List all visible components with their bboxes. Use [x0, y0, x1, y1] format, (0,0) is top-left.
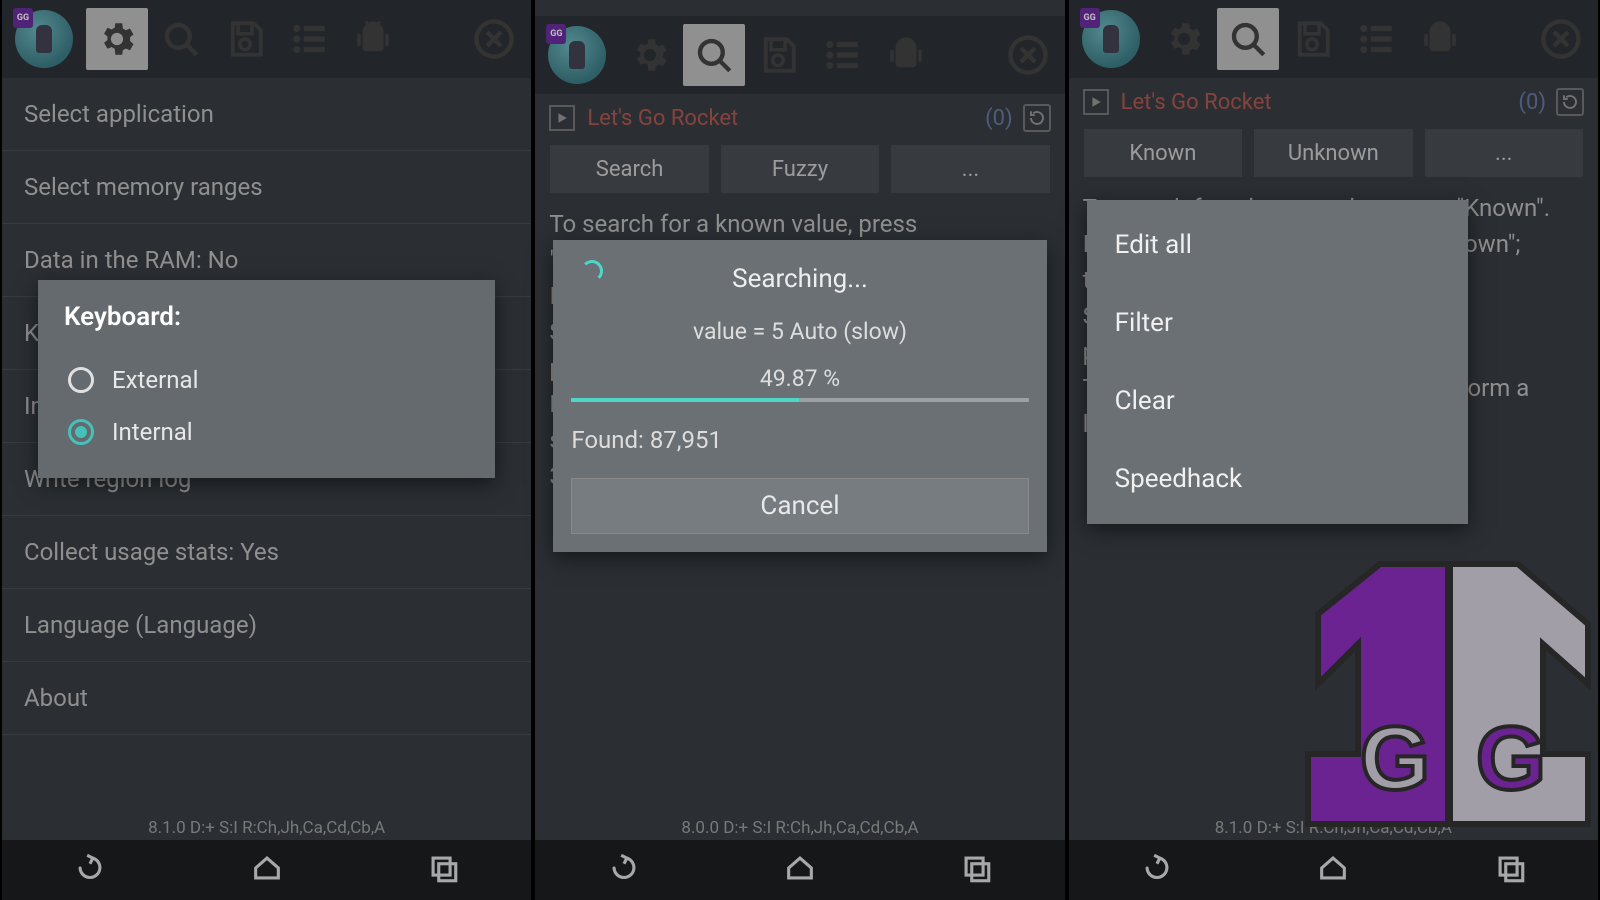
menu-speedhack[interactable]: Speedhack [1087, 440, 1468, 518]
refresh-icon[interactable] [1556, 88, 1584, 116]
recent-icon[interactable] [426, 851, 460, 889]
progress-bar [571, 398, 1028, 402]
cancel-button[interactable]: Cancel [571, 478, 1028, 534]
menu-edit-all[interactable]: Edit all [1087, 206, 1468, 284]
dialog-title: Keyboard: [64, 302, 469, 332]
settings-icon[interactable] [619, 24, 681, 86]
list-icon[interactable] [278, 8, 340, 70]
play-icon[interactable] [1083, 89, 1109, 115]
refresh-icon[interactable] [1023, 104, 1051, 132]
android-icon[interactable] [342, 8, 404, 70]
back-icon[interactable] [607, 851, 641, 889]
game-title-row: Let's Go Rocket (0) [535, 94, 1064, 136]
nav-bar [1069, 840, 1598, 900]
radio-external[interactable]: External [64, 354, 469, 406]
nav-bar [535, 840, 1064, 900]
tab-row: Search Fuzzy ... [535, 136, 1064, 200]
tab-search[interactable]: Search [549, 144, 709, 194]
tab-more[interactable]: ... [890, 144, 1050, 194]
close-icon[interactable] [997, 24, 1059, 86]
screenshot-2: GG Let's Go Rocket (0) Search Fuzzy ... … [533, 0, 1066, 900]
search-icon[interactable] [1217, 8, 1279, 70]
game-title: Let's Go Rocket [1121, 90, 1272, 115]
home-icon[interactable] [250, 851, 284, 889]
close-icon[interactable] [463, 8, 525, 70]
tab-known[interactable]: Known [1083, 128, 1243, 178]
context-menu: Edit all Filter Clear Speedhack [1087, 200, 1468, 524]
toolbar: GG [1069, 0, 1598, 78]
screenshot-3: GG Let's Go Rocket (0) Known Unknown ...… [1067, 0, 1600, 900]
recent-icon[interactable] [1493, 851, 1527, 889]
menu-clear[interactable]: Clear [1087, 362, 1468, 440]
version-line: 8.0.0 D:+ S:I R:Ch,Jh,Ca,Cd,Cb,A [535, 814, 1064, 840]
search-icon[interactable] [683, 24, 745, 86]
screenshot-1: GG Select application Select memory rang… [0, 0, 533, 900]
search-progress-dialog: Searching... value = 5 Auto (slow) 49.87… [553, 240, 1046, 552]
result-count: (0) [1518, 90, 1546, 115]
setting-language[interactable]: Language (Language) [2, 589, 531, 662]
android-icon[interactable] [1409, 8, 1471, 70]
menu-filter[interactable]: Filter [1087, 284, 1468, 362]
app-icon[interactable]: GG [1075, 3, 1147, 75]
save-icon[interactable] [1281, 8, 1343, 70]
settings-icon[interactable] [1153, 8, 1215, 70]
dialog-found: Found: 87,951 [571, 426, 1028, 454]
home-icon[interactable] [783, 851, 817, 889]
save-icon[interactable] [214, 8, 276, 70]
list-icon[interactable] [1345, 8, 1407, 70]
radio-internal[interactable]: Internal [64, 406, 469, 458]
back-icon[interactable] [1140, 851, 1174, 889]
settings-icon[interactable] [86, 8, 148, 70]
tab-unknown[interactable]: Unknown [1253, 128, 1413, 178]
game-title: Let's Go Rocket [587, 106, 738, 131]
setting-memory-ranges[interactable]: Select memory ranges [2, 151, 531, 224]
dialog-title: Searching... [571, 264, 1028, 294]
toolbar: GG [535, 16, 1064, 94]
recent-icon[interactable] [959, 851, 993, 889]
tab-row: Known Unknown ... [1069, 120, 1598, 184]
home-icon[interactable] [1316, 851, 1350, 889]
tab-fuzzy[interactable]: Fuzzy [720, 144, 880, 194]
version-line: 8.1.0 D:+ S:I R:Ch,Jh,Ca,Cd,Cb,A [1069, 814, 1598, 840]
radio-label: External [112, 366, 198, 394]
setting-about[interactable]: About [2, 662, 531, 735]
radio-label: Internal [112, 418, 193, 446]
app-icon[interactable]: GG [8, 3, 80, 75]
game-title-row: Let's Go Rocket (0) [1069, 78, 1598, 120]
list-icon[interactable] [811, 24, 873, 86]
back-icon[interactable] [73, 851, 107, 889]
search-icon[interactable] [150, 8, 212, 70]
keyboard-dialog: Keyboard: External Internal [38, 280, 495, 478]
close-icon[interactable] [1530, 8, 1592, 70]
android-icon[interactable] [875, 24, 937, 86]
setting-select-app[interactable]: Select application [2, 78, 531, 151]
setting-usage-stats[interactable]: Collect usage stats: Yes [2, 516, 531, 589]
dialog-percent: 49.87 % [571, 365, 1028, 392]
app-icon[interactable]: GG [541, 19, 613, 91]
nav-bar [2, 840, 531, 900]
dialog-value: value = 5 Auto (slow) [571, 318, 1028, 345]
progress-fill [571, 398, 799, 402]
tab-more[interactable]: ... [1424, 128, 1584, 178]
play-icon[interactable] [549, 105, 575, 131]
result-count: (0) [985, 106, 1013, 131]
toolbar: GG [2, 0, 531, 78]
save-icon[interactable] [747, 24, 809, 86]
version-line: 8.1.0 D:+ S:I R:Ch,Jh,Ca,Cd,Cb,A [2, 814, 531, 840]
